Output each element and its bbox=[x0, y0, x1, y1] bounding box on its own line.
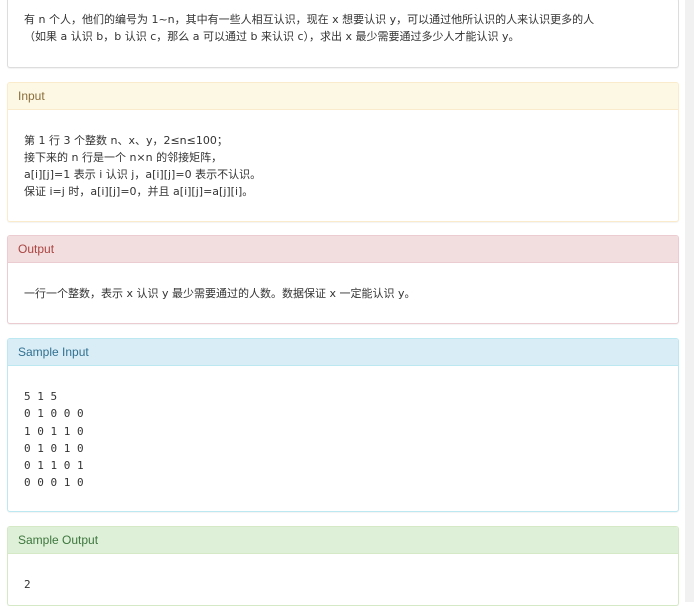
description-panel: 有 n 个人，他们的编号为 1~n，其中有一些人相互认识，现在 x 想要认识 y… bbox=[7, 0, 679, 68]
input-line: 接下来的 n 行是一个 n×n 的邻接矩阵， bbox=[24, 151, 223, 164]
sample-output-body: 2 bbox=[8, 554, 678, 593]
sample-output-panel: Sample Output 2 bbox=[7, 526, 679, 606]
description-line: 有 n 个人，他们的编号为 1~n，其中有一些人相互认识，现在 x 想要认识 y… bbox=[24, 13, 595, 26]
output-heading: Output bbox=[8, 236, 678, 263]
input-heading: Input bbox=[8, 83, 678, 110]
output-panel: Output 一行一个整数，表示 x 认识 y 最少需要通过的人数。数据保证 x… bbox=[7, 235, 679, 324]
sample-input-line: 5 1 5 bbox=[24, 390, 58, 403]
sample-input-body: 5 1 5 0 1 0 0 0 1 0 1 1 0 0 1 0 1 0 0 1 … bbox=[8, 366, 678, 492]
sample-input-line: 0 1 1 0 1 bbox=[24, 459, 84, 473]
input-line: 第 1 行 3 个整数 n、x、y，2≤n≤100； bbox=[24, 134, 228, 147]
sample-input-line: 0 1 0 0 0 bbox=[24, 407, 84, 421]
input-line: 保证 i=j 时，a[i][j]=0，并且 a[i][j]=a[j][i]。 bbox=[24, 185, 254, 198]
sample-output-heading: Sample Output bbox=[8, 527, 678, 554]
output-line: 一行一个整数，表示 x 认识 y 最少需要通过的人数。数据保证 x 一定能认识 … bbox=[24, 287, 416, 300]
sample-output-line: 2 bbox=[24, 578, 31, 591]
sample-input-panel: Sample Input 5 1 5 0 1 0 0 0 1 0 1 1 0 0… bbox=[7, 338, 679, 512]
sample-input-line: 1 0 1 1 0 bbox=[24, 424, 84, 438]
sample-input-line: 0 1 0 1 0 bbox=[24, 441, 84, 455]
input-body: 第 1 行 3 个整数 n、x、y，2≤n≤100； 接下来的 n 行是一个 n… bbox=[8, 110, 678, 200]
description-line: （如果 a 认识 b，b 认识 c，那么 a 可以通过 b 来认识 c），求出 … bbox=[24, 30, 520, 43]
sample-input-line: 0 0 0 1 0 bbox=[24, 476, 84, 490]
sample-input-heading: Sample Input bbox=[8, 339, 678, 366]
input-line: a[i][j]=1 表示 i 认识 j，a[i][j]=0 表示不认识。 bbox=[24, 168, 262, 181]
vertical-scrollbar[interactable] bbox=[685, 0, 694, 602]
output-body: 一行一个整数，表示 x 认识 y 最少需要通过的人数。数据保证 x 一定能认识 … bbox=[8, 263, 678, 302]
description-body: 有 n 个人，他们的编号为 1~n，其中有一些人相互认识，现在 x 想要认识 y… bbox=[8, 0, 678, 45]
input-panel: Input 第 1 行 3 个整数 n、x、y，2≤n≤100； 接下来的 n … bbox=[7, 82, 679, 222]
